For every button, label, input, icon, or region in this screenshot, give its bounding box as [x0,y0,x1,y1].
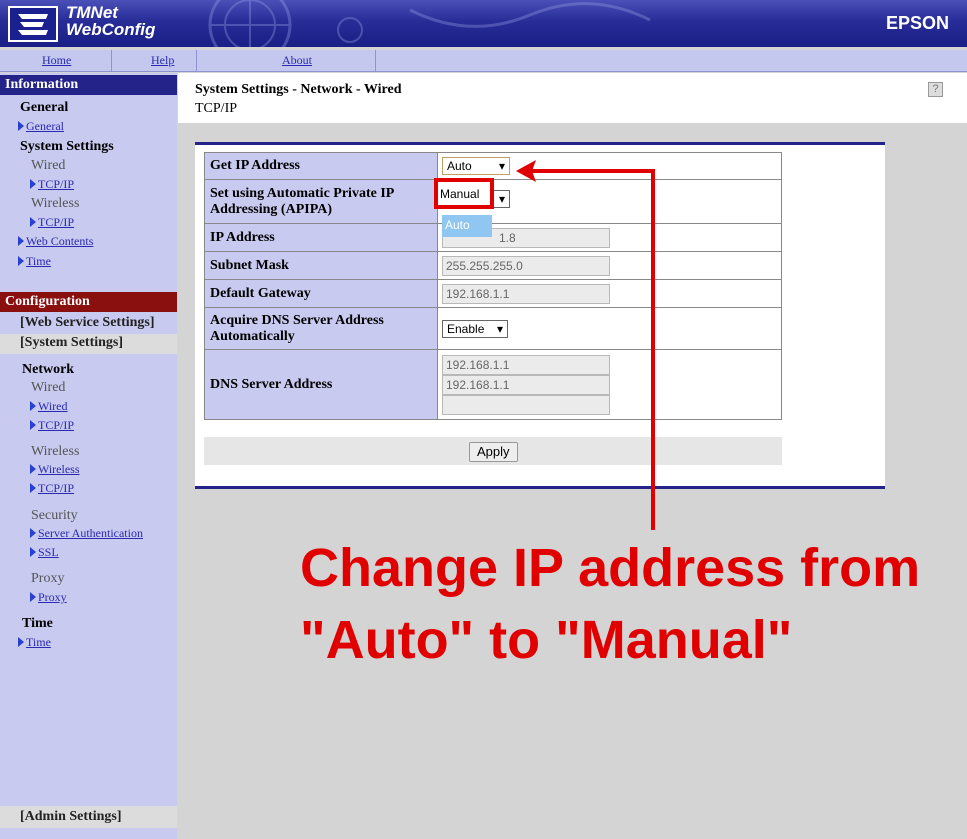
help-icon[interactable]: ? [928,82,943,97]
triangle-right-icon [30,547,36,557]
sidebar-link-proxy[interactable]: Proxy [30,590,67,605]
app-title: TMNet WebConfig [66,3,156,39]
triangle-right-icon [18,256,24,266]
dropdown-arrow-icon: ▾ [498,159,505,173]
table-row: IP Address 1.8 [204,223,782,252]
system-settings-heading: System Settings [20,139,114,154]
triangle-right-icon [30,483,36,493]
wireless-heading: Wireless [31,196,80,211]
subnet-mask-input[interactable]: 255.255.255.0 [442,255,610,276]
sidebar-link-cfg-wired[interactable]: Wired [30,399,68,414]
sidebar-link-general[interactable]: General [18,119,64,134]
triangle-right-icon [30,401,36,411]
dropdown-arrow-icon: ▾ [496,321,503,336]
dns-server-label: DNS Server Address [204,349,438,420]
triangle-right-icon [18,121,24,131]
webconfig-logo-icon [8,6,58,42]
annotation-text: Change IP address from "Auto" to "Manual… [300,538,921,670]
subnet-mask-label: Subnet Mask [204,251,438,280]
table-row: Subnet Mask 255.255.255.0 [204,251,782,280]
sidebar-link-time[interactable]: Time [18,254,51,269]
nav-home-link[interactable]: Home [42,53,71,68]
page-breadcrumb: System Settings - Network - Wired [195,82,402,97]
triangle-right-icon [30,464,36,474]
cfg-wireless-heading: Wireless [31,444,80,459]
nav-help-link[interactable]: Help [151,53,174,68]
time-heading: Time [22,616,53,631]
triangle-right-icon [18,236,24,246]
sidebar-link-ssl[interactable]: SSL [30,545,59,560]
table-row: Default Gateway 192.168.1.1 [204,279,782,308]
dropdown-option-manual[interactable]: Manual [434,178,494,209]
sidebar-link-web-contents[interactable]: Web Contents [18,234,93,249]
triangle-right-icon [30,592,36,602]
table-row: DNS Server Address 192.168.1.1 192.168.1… [204,349,782,420]
sidebar-link-cfg-wireless[interactable]: Wireless [30,462,80,477]
dropdown-arrow-icon: ▾ [498,192,505,206]
dns-server-input-1[interactable]: 192.168.1.1 [442,354,610,375]
content-header-area [178,73,967,123]
epson-brand: EPSON [885,13,949,33]
subnet-mask-cell: 255.255.255.0 [437,251,782,280]
dns-auto-select[interactable]: Enable ▾ [442,319,508,338]
get-ip-label: Get IP Address [204,152,438,180]
page-subtitle: TCP/IP [195,101,238,116]
apply-button[interactable]: Apply [469,442,518,462]
wired-heading: Wired [31,158,66,173]
get-ip-cell: Auto ▾ [437,152,782,180]
information-header: Information [0,75,177,95]
dns-server-input-3[interactable] [442,394,610,415]
sidebar-link-wired-tcpip[interactable]: TCP/IP [30,177,74,192]
sidebar-web-service-settings[interactable]: [Web Service Settings] [20,315,155,331]
triangle-right-icon [30,528,36,538]
banner-decoration [208,0,651,47]
dns-auto-label: Acquire DNS Server Address Automatically [204,307,438,350]
dns-server-input-2[interactable]: 192.168.1.1 [442,374,610,395]
nav-separator [375,50,376,72]
triangle-right-icon [30,420,36,430]
nav-about-link[interactable]: About [282,53,312,68]
default-gateway-cell: 192.168.1.1 [437,279,782,308]
sidebar-link-cfg-wired-tcpip[interactable]: TCP/IP [30,418,74,433]
apipa-label: Set using Automatic Private IP Addressin… [204,179,438,224]
triangle-right-icon [30,217,36,227]
security-heading: Security [31,508,78,523]
sidebar-link-cfg-time[interactable]: Time [18,635,51,650]
header-banner: TMNet WebConfig EPSON [0,0,967,47]
sidebar: Information General General System Setti… [0,73,177,839]
cfg-wired-heading: Wired [31,380,66,395]
configuration-header: Configuration [0,292,177,312]
default-gateway-label: Default Gateway [204,279,438,308]
general-heading: General [20,100,69,115]
network-heading: Network [22,362,75,377]
proxy-heading: Proxy [31,571,65,586]
triangle-right-icon [18,637,24,647]
dns-auto-cell: Enable ▾ [437,307,782,350]
triangle-right-icon [30,179,36,189]
sidebar-admin-settings[interactable]: [Admin Settings] [20,809,122,825]
table-row: Get IP Address Auto ▾ [204,152,782,180]
dns-server-cell: 192.168.1.1 192.168.1.1 [437,349,782,420]
nav-separator [196,50,197,72]
sidebar-link-wireless-tcpip[interactable]: TCP/IP [30,215,74,230]
default-gateway-input[interactable]: 192.168.1.1 [442,283,610,304]
nav-separator [111,50,112,72]
top-nav: Home Help About [0,50,967,72]
ip-address-label: IP Address [204,223,438,252]
table-row: Acquire DNS Server Address Automatically… [204,307,782,350]
sidebar-link-server-auth[interactable]: Server Authentication [30,526,143,541]
sidebar-link-cfg-wireless-tcpip[interactable]: TCP/IP [30,481,74,496]
apply-bar: Apply [204,437,782,465]
get-ip-select[interactable]: Auto ▾ [442,157,510,175]
sidebar-system-settings[interactable]: [System Settings] [20,335,123,351]
dropdown-option-auto[interactable]: Auto [442,215,492,237]
